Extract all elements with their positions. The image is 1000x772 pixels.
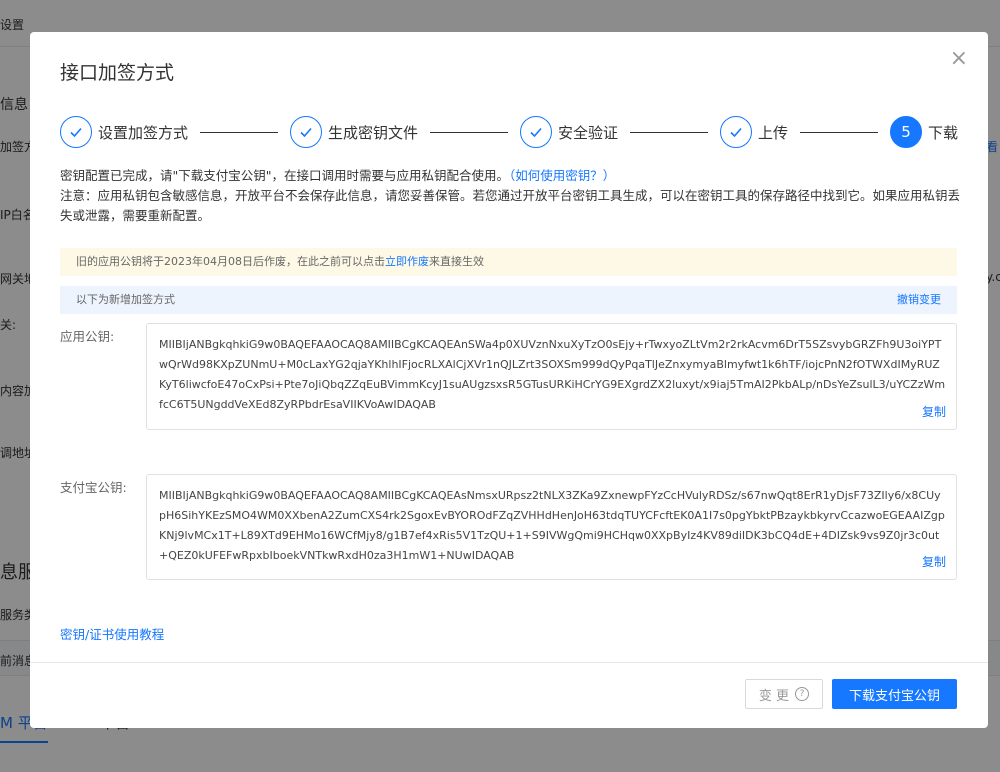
step-label: 生成密钥文件	[328, 123, 419, 142]
invalidate-now-link[interactable]: 立即作废	[385, 255, 429, 268]
step-download: 5 下载	[890, 116, 958, 148]
close-icon[interactable]: ×	[950, 48, 968, 70]
key-config-modal: 接口加签方式 × 设置加签方式 生成密钥文件 安全验证 上传 5 下载 密钥配置…	[30, 32, 988, 728]
change-button[interactable]: 变 更 ?	[745, 679, 823, 709]
key-tutorial-link[interactable]: 密钥/证书使用教程	[60, 624, 164, 643]
how-to-use-key-link[interactable]: （如何使用密钥？）	[509, 168, 615, 183]
step-label: 上传	[758, 123, 789, 142]
app-public-key-box: MIIBIjANBgkqhkiG9w0BAQEFAAOCAQ8AMIIBCgKC…	[146, 323, 957, 430]
warning-text: 旧的应用公钥将于2023年04月08日后作废，在此之前可以点击	[76, 255, 385, 268]
step-connector	[200, 131, 278, 133]
new-sign-method-bar: 以下为新增加签方式 撤销变更	[60, 286, 957, 314]
step-security-verify: 安全验证	[520, 116, 618, 148]
step-label: 下载	[928, 123, 959, 142]
help-icon[interactable]: ?	[795, 687, 810, 701]
info-text: 以下为新增加签方式	[76, 293, 175, 306]
step-connector	[630, 131, 708, 133]
step-set-sign-method: 设置加签方式	[60, 116, 188, 148]
warning-text: 来直接生效	[429, 255, 484, 268]
change-label: 变 更	[758, 688, 790, 704]
step-label: 设置加签方式	[98, 123, 189, 142]
description-line1: 密钥配置已完成，请"下载支付宝公钥"，在接口调用时需要与应用私钥配合使用。	[60, 168, 510, 183]
step-label: 安全验证	[558, 123, 619, 142]
app-public-key-label: 应用公钥:	[60, 329, 115, 344]
footer-divider	[30, 662, 988, 663]
copy-alipay-key-button[interactable]: 复制	[922, 552, 946, 572]
app-public-key-value: MIIBIjANBgkqhkiG9w0BAQEFAAOCAQ8AMIIBCgKC…	[159, 338, 946, 411]
alipay-public-key-box: MIIBIjANBgkqhkiG9w0BAQEFAAOCAQ8AMIIBCgKC…	[146, 474, 957, 580]
check-icon	[720, 116, 752, 148]
download-alipay-key-button[interactable]: 下载支付宝公钥	[832, 679, 957, 709]
description-notice: 注意：应用私钥包含敏感信息，开放平台不会保存此信息，请您妥善保管。若您通过开放平…	[60, 188, 961, 223]
step-generate-key-file: 生成密钥文件	[290, 116, 418, 148]
steps-progress: 设置加签方式 生成密钥文件 安全验证 上传 5 下载	[60, 116, 958, 148]
step-connector	[800, 131, 878, 133]
check-icon	[60, 116, 92, 148]
check-icon	[520, 116, 552, 148]
expiry-warning: 旧的应用公钥将于2023年04月08日后作废，在此之前可以点击立即作废来直接生效	[60, 248, 957, 276]
step-number-badge: 5	[890, 116, 922, 148]
copy-app-key-button[interactable]: 复制	[922, 402, 946, 422]
step-connector	[430, 131, 508, 133]
alipay-public-key-label: 支付宝公钥:	[60, 480, 127, 495]
alipay-public-key-value: MIIBIjANBgkqhkiG9w0BAQEFAAOCAQ8AMIIBCgKC…	[159, 489, 945, 562]
description: 密钥配置已完成，请"下载支付宝公钥"，在接口调用时需要与应用私钥配合使用。（如何…	[60, 166, 960, 226]
step-upload: 上传	[720, 116, 788, 148]
modal-title: 接口加签方式	[60, 62, 175, 84]
revoke-change-link[interactable]: 撤销变更	[897, 286, 941, 314]
check-icon	[290, 116, 322, 148]
